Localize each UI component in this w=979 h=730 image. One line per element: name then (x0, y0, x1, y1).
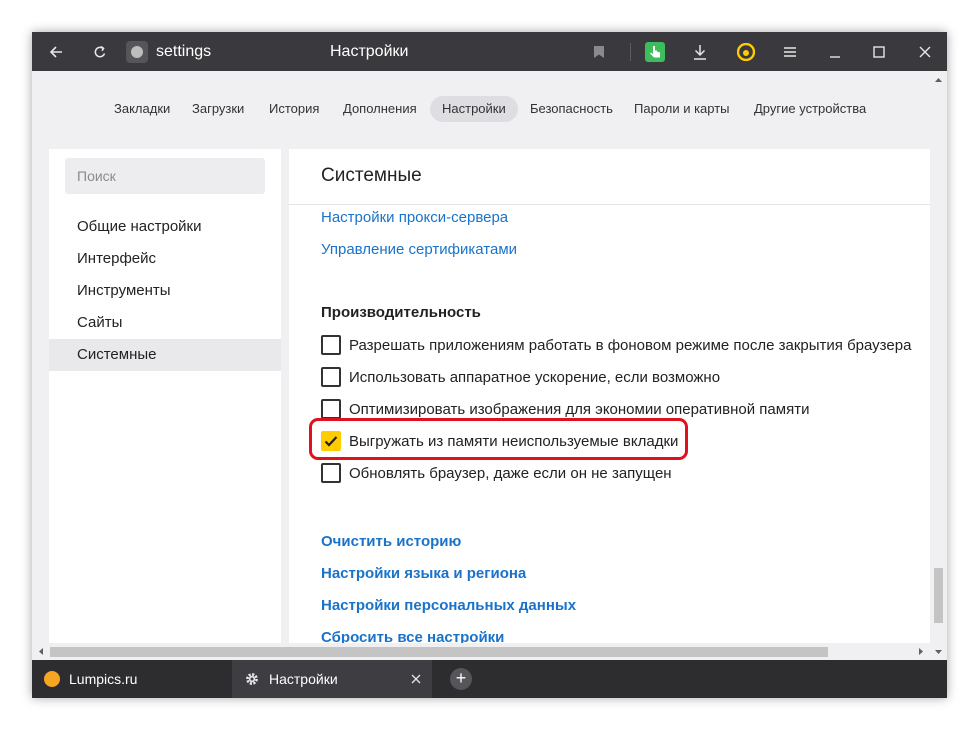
hamburger-menu-icon (784, 46, 796, 57)
extension-button[interactable] (642, 32, 668, 71)
checkbox[interactable] (321, 335, 341, 355)
page-title: Системные (321, 165, 422, 186)
sidebar-item-general[interactable]: Общие настройки (49, 211, 281, 243)
nav-tab-settings[interactable]: Настройки (430, 96, 518, 122)
download-icon (694, 44, 706, 60)
horizontal-scrollbar[interactable] (32, 643, 930, 660)
language-region-link[interactable]: Настройки языка и региона (321, 565, 526, 582)
option-hardware-acceleration[interactable]: Использовать аппаратное ускорение, если … (321, 366, 720, 388)
title-bar: settings Настройки (32, 32, 947, 71)
tab-settings[interactable]: Настройки (232, 660, 432, 698)
sidebar-item-tools[interactable]: Инструменты (49, 275, 281, 307)
bookmark-icon (594, 45, 604, 58)
nav-tab-security[interactable]: Безопасность (518, 96, 625, 122)
checkbox[interactable] (321, 367, 341, 387)
browser-tab-strip: Lumpics.ru Настройки + (32, 660, 947, 698)
window-title: Настройки (330, 43, 409, 60)
tab-label: Lumpics.ru (69, 671, 138, 687)
browser-window: settings Настройки Закладки Загрузки Ист… (32, 32, 947, 698)
sidebar-item-system[interactable]: Системные (49, 339, 281, 371)
sidebar-item-sites[interactable]: Сайты (49, 307, 281, 339)
checkbox[interactable] (321, 399, 341, 419)
option-label: Обновлять браузер, даже если он не запущ… (349, 464, 672, 482)
sidebar-item-interface[interactable]: Интерфейс (49, 243, 281, 275)
separator (629, 32, 631, 71)
scroll-up-icon[interactable] (930, 73, 947, 87)
address-text: settings (156, 42, 212, 60)
nav-tab-devices[interactable]: Другие устройства (742, 96, 878, 122)
nav-tab-extensions[interactable]: Дополнения (331, 96, 429, 122)
vertical-scrollbar[interactable] (930, 71, 947, 659)
back-button[interactable] (42, 32, 70, 71)
reload-button[interactable] (86, 32, 114, 71)
settings-main-panel: Системные Настройки прокси-сервера Управ… (289, 149, 930, 669)
menu-button[interactable] (778, 32, 802, 71)
clear-history-link[interactable]: Очистить историю (321, 533, 461, 550)
divider (289, 204, 930, 205)
tab-lumpics[interactable]: Lumpics.ru (32, 660, 232, 698)
back-arrow-icon (49, 45, 62, 58)
option-label: Разрешать приложениям работать в фоновом… (349, 336, 912, 354)
minimize-button[interactable] (822, 32, 848, 71)
minimize-icon (830, 55, 840, 58)
new-tab-button[interactable]: + (450, 668, 472, 690)
extension-green-icon (645, 41, 665, 62)
certificates-link[interactable]: Управление сертификатами (321, 241, 517, 258)
checkbox[interactable] (321, 463, 341, 483)
search-input[interactable]: Поиск (65, 158, 265, 194)
settings-nav: Закладки Загрузки История Дополнения Нас… (32, 71, 947, 139)
settings-sidebar: Поиск Общие настройки Интерфейс Инструме… (49, 149, 281, 669)
option-background-apps[interactable]: Разрешать приложениям работать в фоновом… (321, 334, 911, 356)
gear-icon (246, 673, 258, 685)
nav-tab-downloads[interactable]: Загрузки (180, 96, 256, 122)
tab-label: Настройки (269, 671, 338, 687)
bookmark-button[interactable] (588, 32, 610, 71)
orange-circle-favicon (44, 671, 60, 687)
option-optimize-images[interactable]: Оптимизировать изображения для экономии … (321, 398, 809, 420)
downloads-button[interactable] (688, 32, 712, 71)
alice-icon (737, 42, 755, 61)
alice-button[interactable] (734, 32, 758, 71)
nav-tab-passwords[interactable]: Пароли и карты (622, 96, 742, 122)
horizontal-scroll-thumb[interactable] (50, 647, 828, 657)
close-window-button[interactable] (912, 32, 938, 71)
performance-heading: Производительность (321, 304, 481, 321)
highlight-annotation (309, 418, 688, 460)
nav-tab-history[interactable]: История (257, 96, 331, 122)
maximize-button[interactable] (866, 32, 892, 71)
close-tab-icon[interactable] (411, 674, 421, 684)
nav-tab-bookmarks[interactable]: Закладки (102, 96, 182, 122)
vertical-scroll-thumb[interactable] (934, 568, 943, 623)
maximize-icon (873, 45, 885, 58)
close-icon (919, 46, 931, 57)
scroll-right-icon[interactable] (914, 643, 928, 660)
option-label: Использовать аппаратное ускорение, если … (349, 368, 721, 386)
option-label: Оптимизировать изображения для экономии … (349, 400, 810, 418)
option-update-browser[interactable]: Обновлять браузер, даже если он не запущ… (321, 462, 672, 484)
reload-icon (94, 45, 106, 57)
scroll-down-icon[interactable] (930, 645, 947, 659)
address-bar[interactable]: settings (126, 39, 211, 64)
scroll-left-icon[interactable] (34, 643, 48, 660)
yandex-logo-icon (126, 40, 148, 63)
personal-data-link[interactable]: Настройки персональных данных (321, 597, 576, 614)
proxy-settings-link[interactable]: Настройки прокси-сервера (321, 209, 508, 226)
